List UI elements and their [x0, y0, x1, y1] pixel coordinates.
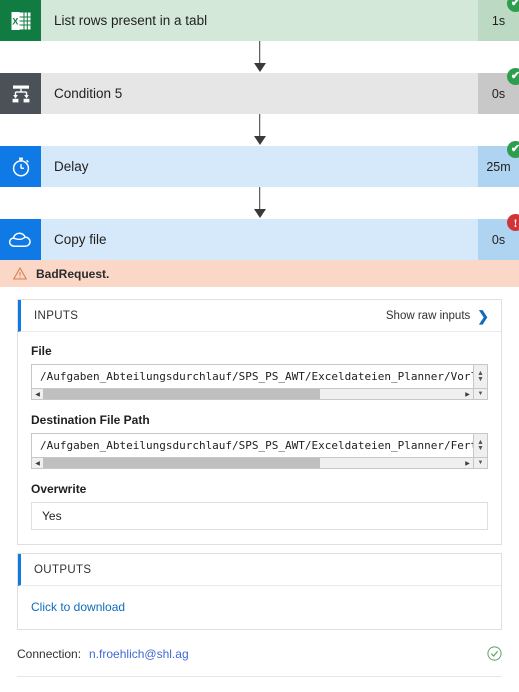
file-input-value: /Aufgaben_Abteilungsdurchlauf/SPS_PS_AWT… — [40, 370, 473, 383]
flow-step-title: List rows present in a tabl — [41, 0, 478, 41]
scroll-left-icon[interactable]: ◀ — [32, 389, 43, 399]
chevron-right-icon: ❯ — [477, 307, 489, 324]
flow-step-delay[interactable]: Delay 25m ✔ — [0, 141, 519, 187]
connector-arrow-2 — [0, 114, 519, 146]
scrollbar-track[interactable] — [43, 389, 462, 399]
connection-label: Connection: — [17, 646, 82, 661]
check-icon: ✔ — [510, 0, 519, 9]
spinner-down-icon: ▼ — [477, 375, 484, 383]
check-circle-icon — [487, 646, 502, 661]
click-to-download-link[interactable]: Click to download — [31, 600, 125, 614]
scroll-right-icon[interactable]: ▶ — [462, 458, 473, 468]
file-input[interactable]: /Aufgaben_Abteilungsdurchlauf/SPS_PS_AWT… — [31, 364, 488, 389]
warning-triangle-icon — [12, 266, 28, 280]
field-label: File — [31, 344, 52, 358]
scrollbar-corner: ▼ — [473, 458, 487, 468]
check-icon: ✔ — [510, 70, 519, 82]
stepper-buttons[interactable]: ▲ ▼ — [473, 434, 487, 457]
show-raw-inputs-link[interactable]: Show raw inputs ❯ — [386, 309, 489, 323]
overwrite-input[interactable]: Yes — [31, 502, 488, 530]
outputs-panel-header: OUTPUTS — [18, 554, 501, 586]
file-input-scrollbar[interactable]: ◀ ▶ ▼ — [31, 389, 488, 400]
flow-step-title: Delay — [41, 146, 478, 187]
destination-file-path-scrollbar[interactable]: ◀ ▶ ▼ — [31, 458, 488, 469]
check-icon: ✔ — [510, 143, 519, 155]
stepper-buttons[interactable]: ▲ ▼ — [473, 365, 487, 388]
spinner-down-icon: ▼ — [477, 444, 484, 452]
overwrite-value: Yes — [42, 509, 62, 523]
error-banner: BadRequest. — [0, 260, 519, 287]
connection-account-link[interactable]: n.froehlich@shl.ag — [89, 647, 189, 661]
inputs-panel-title: INPUTS — [34, 309, 79, 322]
excel-icon: X — [0, 0, 41, 41]
status-badge-error: ! — [507, 214, 519, 231]
field-overwrite: Overwrite Yes — [31, 482, 488, 530]
connector-arrow-1 — [0, 41, 519, 73]
flow-step-title: Copy file — [41, 219, 478, 260]
inputs-panel: INPUTS Show raw inputs ❯ File /Aufgaben_… — [17, 299, 502, 545]
stopwatch-icon — [0, 146, 41, 187]
flow-step-title: Condition 5 — [41, 73, 478, 114]
inputs-panel-header: INPUTS Show raw inputs ❯ — [18, 300, 501, 332]
exclamation-icon: ! — [513, 215, 518, 230]
outputs-panel-body: Click to download — [18, 586, 501, 629]
connector-arrow-3 — [0, 187, 519, 219]
field-destination-file-path: Destination File Path /Aufgaben_Abteilun… — [31, 413, 488, 469]
action-details: INPUTS Show raw inputs ❯ File /Aufgaben_… — [0, 287, 519, 630]
scrollbar-corner: ▼ — [473, 389, 487, 399]
destination-file-path-value: /Aufgaben_Abteilungsdurchlauf/SPS_PS_AWT… — [40, 439, 473, 452]
flow-step-list-rows[interactable]: X List rows present in a tabl 1s ✔ — [0, 0, 519, 41]
error-message: BadRequest. — [36, 266, 110, 281]
scroll-left-icon[interactable]: ◀ — [32, 458, 43, 468]
field-label: Overwrite — [31, 482, 87, 496]
outputs-panel-title: OUTPUTS — [34, 563, 92, 576]
connection-row: Connection: n.froehlich@shl.ag — [0, 630, 519, 661]
show-raw-inputs-label: Show raw inputs — [385, 309, 471, 322]
field-file: File /Aufgaben_Abteilungsdurchlauf/SPS_P… — [31, 344, 488, 400]
field-label: Destination File Path — [31, 413, 150, 427]
destination-file-path-input[interactable]: /Aufgaben_Abteilungsdurchlauf/SPS_PS_AWT… — [31, 433, 488, 458]
svg-text:X: X — [12, 16, 18, 26]
scrollbar-thumb[interactable] — [43, 389, 320, 399]
onedrive-cloud-icon — [0, 219, 41, 260]
scrollbar-thumb[interactable] — [43, 458, 320, 468]
flow-step-copy-file[interactable]: Copy file 0s ! — [0, 214, 519, 260]
scroll-right-icon[interactable]: ▶ — [462, 389, 473, 399]
status-badge-success: ✔ — [507, 68, 519, 85]
outputs-panel: OUTPUTS Click to download — [17, 553, 502, 630]
condition-icon — [0, 73, 41, 114]
status-badge-success: ✔ — [507, 141, 519, 158]
flow-step-condition[interactable]: Condition 5 0s ✔ — [0, 68, 519, 114]
inputs-panel-body: File /Aufgaben_Abteilungsdurchlauf/SPS_P… — [18, 332, 501, 544]
scrollbar-track[interactable] — [43, 458, 462, 468]
bottom-divider — [17, 676, 502, 677]
